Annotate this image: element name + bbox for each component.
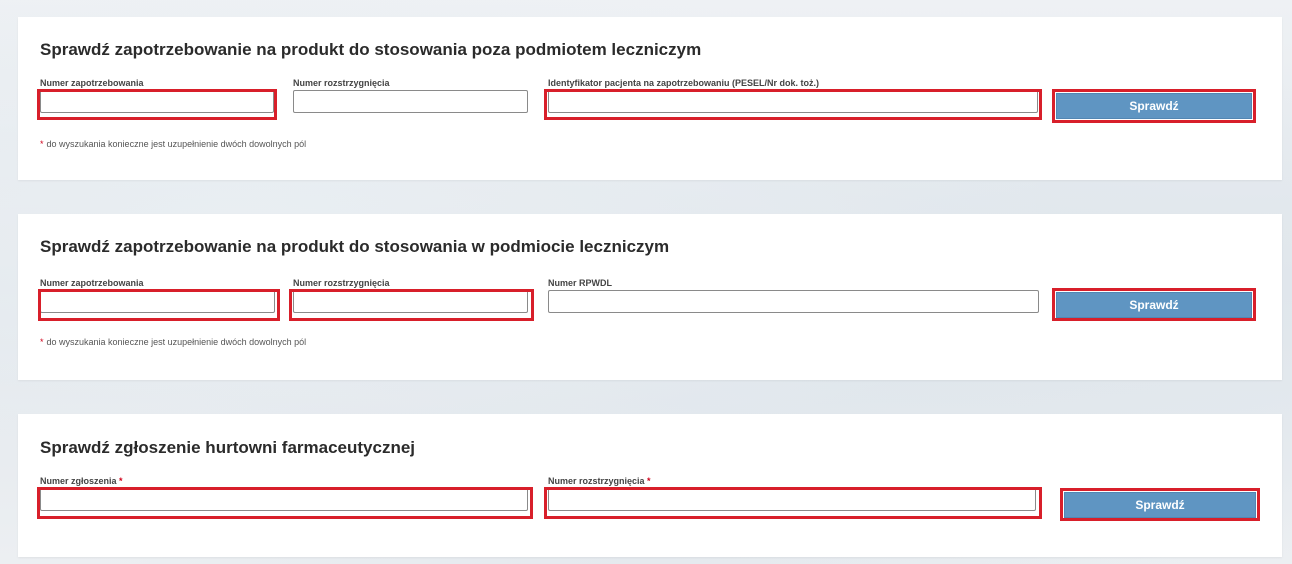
- check-button[interactable]: Sprawdź: [1056, 93, 1252, 119]
- patient-id-field: Identyfikator pacjenta na zapotrzebowani…: [548, 77, 1038, 113]
- required-marker: *: [40, 139, 44, 149]
- field-label: Numer zapotrzebowania: [40, 278, 144, 288]
- field-label: Numer RPWDL: [548, 278, 613, 288]
- notification-number-input[interactable]: [40, 488, 528, 511]
- section-title: Sprawdź zapotrzebowanie na produkt do st…: [40, 237, 670, 256]
- decision-number-field: Numer rozstrzygnięcia: [293, 77, 528, 113]
- card-wholesaler-notification: Sprawdź zgłoszenie hurtowni farmaceutycz…: [18, 414, 1282, 557]
- notification-number-field: Numer zgłoszenia *: [40, 475, 528, 511]
- field-label-text: Numer rozstrzygnięcia: [548, 476, 645, 486]
- check-button[interactable]: Sprawdź: [1056, 292, 1252, 318]
- required-marker: *: [40, 337, 44, 347]
- search-hint: * do wyszukania konieczne jest uzupełnien…: [40, 139, 306, 149]
- field-label: Numer rozstrzygnięcia: [293, 78, 390, 88]
- rpwdl-number-field: Numer RPWDL: [548, 277, 1039, 313]
- card-demand-outside-facility: Sprawdź zapotrzebowanie na produkt do st…: [18, 17, 1282, 180]
- section-title: Sprawdź zapotrzebowanie na produkt do st…: [40, 40, 702, 59]
- field-label: Numer rozstrzygnięcia: [293, 278, 390, 288]
- card-demand-in-facility: Sprawdź zapotrzebowanie na produkt do st…: [18, 214, 1282, 380]
- rpwdl-number-input[interactable]: [548, 290, 1039, 313]
- demand-number-field: Numer zapotrzebowania: [40, 277, 275, 313]
- search-hint: * do wyszukania konieczne jest uzupełnien…: [40, 337, 306, 347]
- required-marker: *: [119, 476, 123, 486]
- decision-number-input[interactable]: [293, 290, 528, 313]
- search-hint-text: do wyszukania konieczne jest uzupełnieni…: [46, 139, 307, 149]
- demand-number-field: Numer zapotrzebowania: [40, 77, 274, 113]
- patient-id-input[interactable]: [548, 90, 1038, 113]
- field-label-text: Numer zgłoszenia: [40, 476, 117, 486]
- field-label: Numer rozstrzygnięcia *: [548, 475, 1036, 487]
- decision-number-field: Numer rozstrzygnięcia: [293, 277, 528, 313]
- search-hint-text: do wyszukania konieczne jest uzupełnieni…: [46, 337, 307, 347]
- section-title: Sprawdź zgłoszenie hurtowni farmaceutycz…: [40, 438, 416, 457]
- decision-number-input[interactable]: [548, 488, 1036, 511]
- demand-number-input[interactable]: [40, 290, 275, 313]
- demand-number-input[interactable]: [40, 90, 274, 113]
- field-label: Numer zgłoszenia *: [40, 475, 528, 487]
- field-label: Numer zapotrzebowania: [40, 78, 144, 88]
- field-label: Identyfikator pacjenta na zapotrzebowani…: [548, 78, 820, 88]
- check-button[interactable]: Sprawdź: [1064, 492, 1256, 518]
- decision-number-input[interactable]: [293, 90, 528, 113]
- required-marker: *: [647, 476, 651, 486]
- decision-number-field: Numer rozstrzygnięcia *: [548, 475, 1036, 511]
